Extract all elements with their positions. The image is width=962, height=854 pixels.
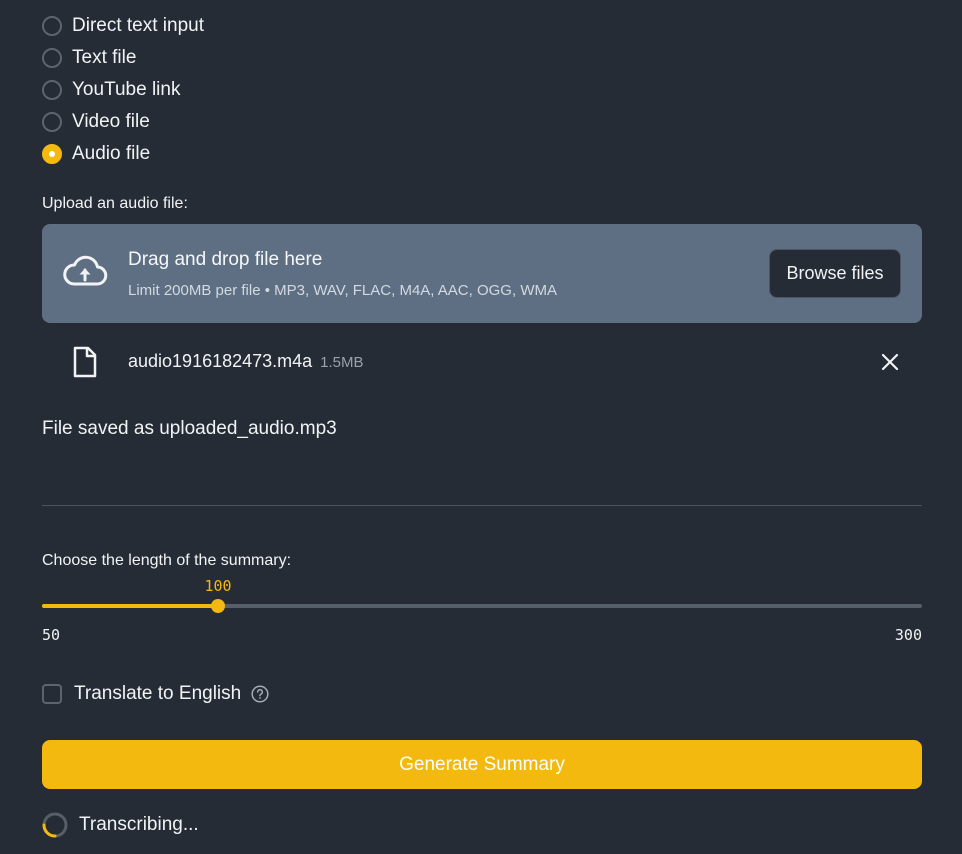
remove-file-button[interactable] bbox=[878, 350, 902, 374]
radio-label: YouTube link bbox=[72, 79, 181, 100]
translate-label: Translate to English bbox=[74, 683, 242, 704]
radio-circle[interactable] bbox=[42, 80, 62, 100]
file-icon bbox=[73, 346, 97, 378]
dropzone-title: Drag and drop file here bbox=[128, 249, 323, 270]
cloud-upload-icon bbox=[63, 255, 108, 286]
radio-option-video-file[interactable]: Video file bbox=[42, 106, 204, 138]
slider-fill bbox=[42, 604, 218, 608]
status-text: Transcribing... bbox=[79, 814, 199, 835]
help-icon[interactable] bbox=[251, 685, 269, 703]
file-saved-message: File saved as uploaded_audio.mp3 bbox=[42, 418, 337, 439]
file-size: 1.5MB bbox=[320, 354, 364, 371]
uploaded-file-name: audio1916182473.m4a 1.5MB bbox=[128, 351, 364, 372]
browse-files-button[interactable]: Browse files bbox=[769, 249, 901, 298]
loading-spinner-icon bbox=[42, 812, 68, 838]
status-row: Transcribing... bbox=[42, 812, 199, 838]
uploaded-file-row: audio1916182473.m4a 1.5MB bbox=[42, 340, 922, 384]
radio-label: Video file bbox=[72, 111, 150, 132]
dropzone-limit-text: Limit 200MB per file • MP3, WAV, FLAC, M… bbox=[128, 282, 557, 299]
radio-option-direct-text[interactable]: Direct text input bbox=[42, 10, 204, 42]
radio-circle[interactable] bbox=[42, 48, 62, 68]
section-divider bbox=[42, 505, 922, 506]
file-name-text: audio1916182473.m4a bbox=[128, 351, 313, 371]
generate-summary-button[interactable]: Generate Summary bbox=[42, 740, 922, 789]
translate-checkbox-row[interactable]: Translate to English bbox=[42, 682, 269, 706]
radio-circle[interactable] bbox=[42, 112, 62, 132]
radio-option-audio-file[interactable]: Audio file bbox=[42, 138, 204, 170]
translate-checkbox[interactable] bbox=[42, 684, 62, 704]
radio-label: Text file bbox=[72, 47, 137, 68]
close-icon bbox=[881, 353, 899, 371]
radio-circle-selected[interactable] bbox=[42, 144, 62, 164]
slider-thumb[interactable] bbox=[211, 599, 225, 613]
radio-label: Audio file bbox=[72, 143, 151, 164]
slider-max-label: 300 bbox=[894, 626, 922, 644]
radio-option-youtube-link[interactable]: YouTube link bbox=[42, 74, 204, 106]
input-type-radio-group: Direct text input Text file YouTube link… bbox=[42, 10, 204, 170]
radio-option-text-file[interactable]: Text file bbox=[42, 42, 204, 74]
slider-value-label: 100 bbox=[204, 577, 232, 595]
summary-length-label: Choose the length of the summary: bbox=[42, 552, 292, 569]
slider-min-label: 50 bbox=[42, 626, 61, 644]
file-dropzone[interactable]: Drag and drop file here Limit 200MB per … bbox=[42, 224, 922, 323]
summary-length-slider[interactable] bbox=[42, 599, 922, 613]
upload-label: Upload an audio file: bbox=[42, 195, 188, 212]
radio-circle[interactable] bbox=[42, 16, 62, 36]
app-page: Direct text input Text file YouTube link… bbox=[0, 0, 962, 854]
radio-label: Direct text input bbox=[72, 15, 204, 36]
